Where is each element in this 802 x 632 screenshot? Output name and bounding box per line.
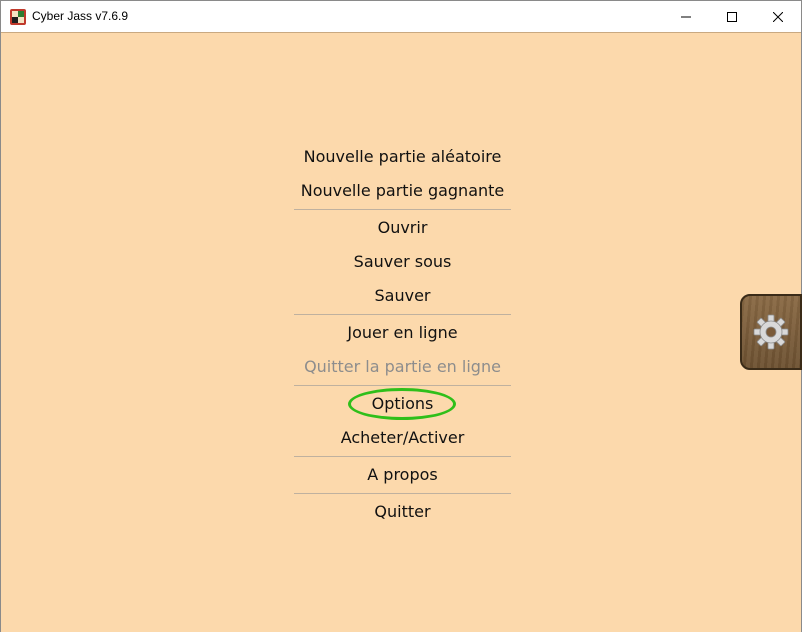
menu-separator [294, 493, 511, 494]
menu-item-quit[interactable]: Quitter [294, 495, 511, 529]
menu-item-save[interactable]: Sauver [294, 279, 511, 313]
close-button[interactable] [755, 1, 801, 32]
menu-item-buy-activate[interactable]: Acheter/Activer [294, 421, 511, 455]
app-icon [10, 9, 26, 25]
maximize-icon [727, 11, 737, 22]
menu-item-new-winning-game[interactable]: Nouvelle partie gagnante [294, 174, 511, 208]
maximize-button[interactable] [709, 1, 755, 32]
menu-separator [294, 314, 511, 315]
window-title: Cyber Jass v7.6.9 [32, 9, 129, 23]
main-menu: Nouvelle partie aléatoire Nouvelle parti… [294, 140, 511, 529]
menu-separator [294, 456, 511, 457]
menu-item-options[interactable]: Options [294, 387, 511, 421]
minimize-icon [681, 16, 691, 17]
menu-item-about[interactable]: A propos [294, 458, 511, 492]
menu-separator [294, 385, 511, 386]
gear-icon [753, 314, 789, 350]
menu-item-save-as[interactable]: Sauver sous [294, 245, 511, 279]
minimize-button[interactable] [663, 1, 709, 32]
menu-item-play-online[interactable]: Jouer en ligne [294, 316, 511, 350]
settings-side-button[interactable] [740, 294, 802, 370]
menu-item-new-random-game[interactable]: Nouvelle partie aléatoire [294, 140, 511, 174]
menu-item-open[interactable]: Ouvrir [294, 211, 511, 245]
menu-separator [294, 209, 511, 210]
close-icon [773, 11, 783, 22]
main-area: Nouvelle partie aléatoire Nouvelle parti… [1, 32, 802, 632]
title-bar[interactable]: Cyber Jass v7.6.9 [1, 1, 801, 32]
menu-item-quit-online-game: Quitter la partie en ligne [304, 357, 501, 376]
app-window: Cyber Jass v7.6.9 Nouvelle partie aléato… [0, 0, 802, 632]
